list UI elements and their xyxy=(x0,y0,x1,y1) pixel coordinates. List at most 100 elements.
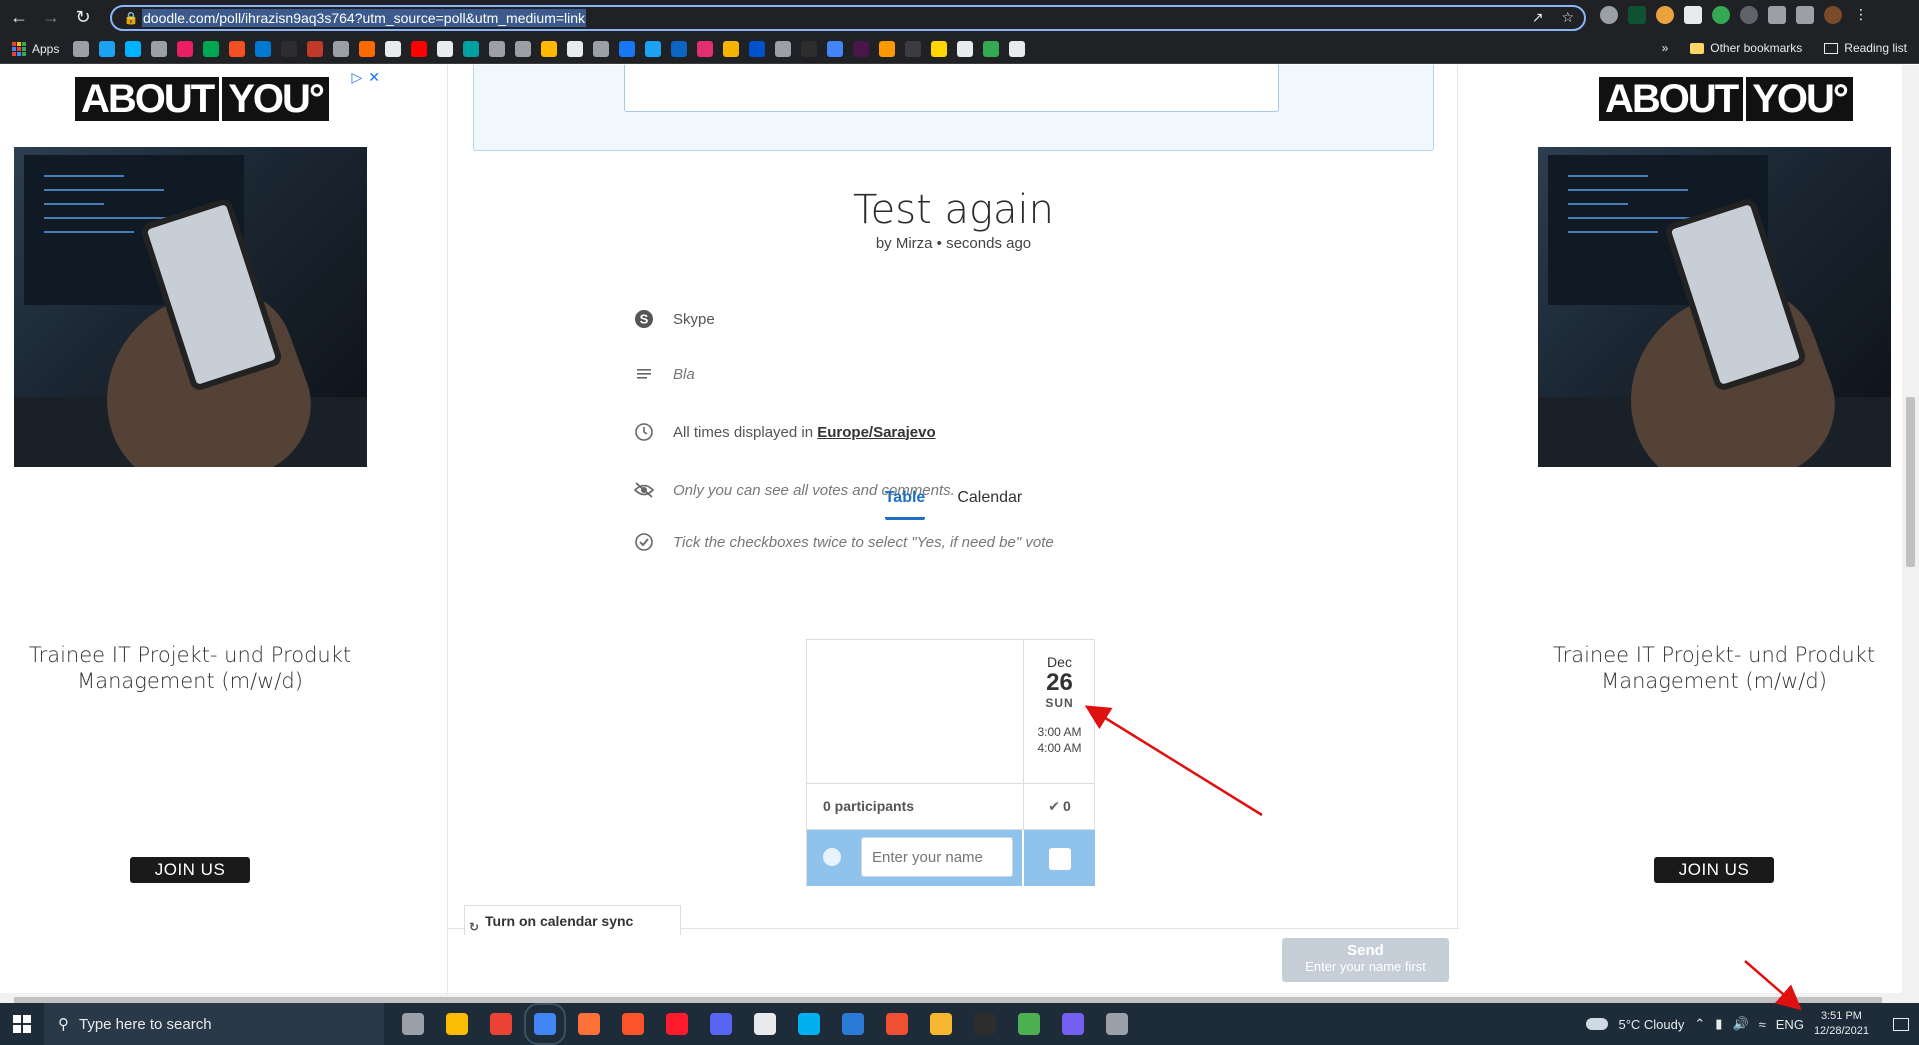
reading-list[interactable]: Reading list xyxy=(1824,41,1907,55)
bookmark-favicon-icon[interactable] xyxy=(333,41,350,57)
ad-join-button[interactable]: JOIN US xyxy=(130,857,250,883)
back-icon[interactable]: ← xyxy=(6,5,32,31)
reload-icon[interactable]: ↻ xyxy=(70,5,96,31)
clock[interactable]: 3:51 PM 12/28/2021 xyxy=(1814,1009,1869,1039)
bookmark-favicon-icon[interactable] xyxy=(905,41,922,57)
bookmark-favicon-icon[interactable] xyxy=(151,41,168,57)
address-bar[interactable]: 🔒 doodle.com/poll/ihrazisn9aq3s764?utm_s… xyxy=(110,5,1586,31)
bookmark-favicon-icon[interactable] xyxy=(671,41,688,57)
puzzle-icon[interactable] xyxy=(1768,6,1786,24)
chrome-profile-icon[interactable] xyxy=(524,1003,566,1045)
terminal-icon[interactable] xyxy=(974,1013,996,1035)
bookmark-favicon-icon[interactable] xyxy=(749,41,766,57)
extension-icon[interactable] xyxy=(1684,6,1702,24)
bookmark-favicon-icon[interactable] xyxy=(515,41,532,57)
bookmark-favicon-icon[interactable] xyxy=(203,41,220,57)
ad-photo[interactable] xyxy=(1538,147,1891,467)
wifi-icon[interactable]: ≈ xyxy=(1759,1017,1766,1032)
bookmark-favicon-icon[interactable] xyxy=(879,41,896,57)
bookmark-favicon-icon[interactable] xyxy=(73,41,90,57)
bookmark-favicon-icon[interactable] xyxy=(931,41,948,57)
viber-icon[interactable] xyxy=(1062,1013,1084,1035)
extension-icon[interactable] xyxy=(1628,6,1646,24)
menu-dots-icon[interactable]: ⋮ xyxy=(1852,6,1870,24)
bookmark-favicon-icon[interactable] xyxy=(489,41,506,57)
vertical-scrollbar[interactable] xyxy=(1902,65,1919,993)
discord-icon[interactable] xyxy=(710,1013,732,1035)
bookmark-favicon-icon[interactable] xyxy=(359,41,376,57)
extension-icon[interactable] xyxy=(1600,6,1618,24)
tab-calendar[interactable]: Calendar xyxy=(957,489,1022,520)
extension-icon[interactable] xyxy=(1740,6,1758,24)
lock-icon[interactable]: 🔒 xyxy=(120,11,142,25)
bookmark-favicon-icon[interactable] xyxy=(541,41,558,57)
bookmark-favicon-icon[interactable] xyxy=(463,41,480,57)
bookmark-favicon-icon[interactable] xyxy=(619,41,636,57)
timezone-link[interactable]: Europe/Sarajevo xyxy=(817,424,935,441)
bookmark-favicon-icon[interactable] xyxy=(827,41,844,57)
notification-icon[interactable] xyxy=(1893,1017,1909,1031)
start-button[interactable] xyxy=(0,1003,44,1045)
bookmark-favicon-icon[interactable] xyxy=(957,41,974,57)
weather-text[interactable]: 5°C Cloudy xyxy=(1618,1017,1684,1032)
bookmark-favicon-icon[interactable] xyxy=(281,41,298,57)
more-bookmarks-icon[interactable]: » xyxy=(1662,41,1669,55)
opera-icon[interactable] xyxy=(666,1013,688,1035)
extension-icon[interactable] xyxy=(1656,6,1674,24)
calendar-sync-button[interactable]: ↻ Turn on calendar sync xyxy=(464,905,681,935)
send-button[interactable]: Send Enter your name first xyxy=(1282,938,1449,982)
bookmark-favicon-icon[interactable] xyxy=(567,41,584,57)
chrome-icon[interactable] xyxy=(490,1013,512,1035)
adchoices-icon[interactable]: ▷ ✕ xyxy=(351,69,380,86)
url-text[interactable]: doodle.com/poll/ihrazisn9aq3s764?utm_sou… xyxy=(142,9,587,27)
vote-checkbox[interactable] xyxy=(1049,848,1071,870)
bookmark-favicon-icon[interactable] xyxy=(229,41,246,57)
slack-icon[interactable] xyxy=(754,1013,776,1035)
app-icon[interactable] xyxy=(1018,1013,1040,1035)
volume-icon[interactable]: 🔊 xyxy=(1732,1016,1748,1032)
bookmark-favicon-icon[interactable] xyxy=(645,41,662,57)
forward-icon[interactable]: → xyxy=(38,5,64,31)
battery-icon[interactable]: ▮ xyxy=(1715,1016,1722,1032)
bookmark-star-icon[interactable]: ☆ xyxy=(1561,9,1574,26)
ad-join-button[interactable]: JOIN US xyxy=(1654,857,1774,883)
ad-headline[interactable]: Trainee IT Projekt- und Produkt Manageme… xyxy=(1524,642,1904,694)
bookmark-favicon-icon[interactable] xyxy=(593,41,610,57)
bookmark-apps[interactable]: Apps xyxy=(12,42,59,56)
vscode-icon[interactable] xyxy=(842,1013,864,1035)
weather-cloud-icon[interactable] xyxy=(1586,1018,1609,1030)
bookmark-favicon-icon[interactable] xyxy=(801,41,818,57)
bookmark-favicon-icon[interactable] xyxy=(255,41,272,57)
file-explorer-icon[interactable] xyxy=(446,1013,468,1035)
app-icon[interactable] xyxy=(1106,1013,1128,1035)
bookmark-favicon-icon[interactable] xyxy=(385,41,402,57)
bookmark-favicon-icon[interactable] xyxy=(437,41,454,57)
bookmark-favicon-icon[interactable] xyxy=(697,41,714,57)
bookmark-favicon-icon[interactable] xyxy=(1009,41,1026,57)
ad-banner-left[interactable]: ABOUT YOU° ▷ ✕ Trainee IT Projekt- und Pro… xyxy=(0,65,380,993)
tab-table[interactable]: Table xyxy=(884,489,926,520)
ad-headline[interactable]: Trainee IT Projekt- und Produkt Manageme… xyxy=(0,642,380,694)
profile-avatar[interactable] xyxy=(1824,6,1842,24)
bookmark-favicon-icon[interactable] xyxy=(775,41,792,57)
git-icon[interactable] xyxy=(886,1013,908,1035)
bookmark-favicon-icon[interactable] xyxy=(411,41,428,57)
bookmark-favicon-icon[interactable] xyxy=(723,41,740,57)
bookmark-favicon-icon[interactable] xyxy=(853,41,870,57)
extension-icon[interactable] xyxy=(1712,6,1730,24)
bookmark-favicon-icon[interactable] xyxy=(125,41,142,57)
ad-photo[interactable] xyxy=(14,147,367,467)
brave-icon[interactable] xyxy=(622,1013,644,1035)
bookmark-favicon-icon[interactable] xyxy=(307,41,324,57)
ad-banner-right[interactable]: ABOUT YOU° Trainee IT Projekt- und Produk… xyxy=(1524,65,1904,993)
task-view-icon[interactable] xyxy=(402,1013,424,1035)
firefox-icon[interactable] xyxy=(578,1013,600,1035)
bookmark-favicon-icon[interactable] xyxy=(99,41,116,57)
sourcetree-icon[interactable] xyxy=(930,1013,952,1035)
other-bookmarks[interactable]: Other bookmarks xyxy=(1690,41,1802,55)
reading-list-icon[interactable] xyxy=(1796,6,1814,24)
name-input[interactable] xyxy=(861,837,1013,877)
skype-icon[interactable] xyxy=(798,1013,820,1035)
bookmark-favicon-icon[interactable] xyxy=(177,41,194,57)
taskbar-search[interactable]: ⚲ Type here to search xyxy=(44,1003,384,1045)
